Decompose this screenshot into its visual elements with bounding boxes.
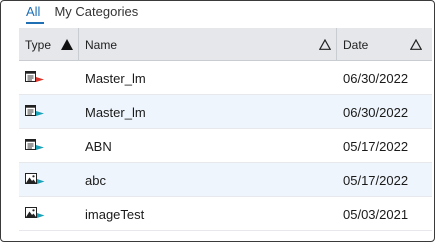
category-panel: All My Categories Type Name Date Master_…: [0, 0, 435, 242]
active-tab-indicator: [26, 22, 44, 24]
report-teal-flag-icon: [25, 105, 44, 116]
sort-outline-icon[interactable]: [319, 39, 331, 50]
table-header: Type Name Date: [19, 28, 432, 61]
image-teal-flag-icon: [25, 207, 45, 218]
column-header-name-label: Name: [85, 37, 118, 52]
tab-all[interactable]: All: [26, 4, 40, 20]
table-row[interactable]: Master_lm 06/30/2022: [19, 61, 432, 95]
row-name: ABN: [85, 138, 112, 154]
items-table: Type Name Date Master_lm 06/30/2022 Mast…: [19, 28, 432, 231]
row-date: 06/30/2022: [343, 70, 409, 86]
row-name: Master_lm: [85, 70, 146, 86]
image-teal-flag-icon: [25, 173, 45, 184]
tab-my-categories[interactable]: My Categories: [54, 4, 138, 20]
column-header-date[interactable]: Date: [343, 28, 368, 61]
column-header-type[interactable]: Type: [25, 28, 51, 61]
report-red-flag-icon: [25, 71, 44, 82]
tab-bar: All My Categories: [26, 4, 152, 24]
row-name: Master_lm: [85, 104, 146, 120]
row-date: 05/17/2022: [343, 172, 409, 188]
column-header-name[interactable]: Name: [85, 28, 117, 61]
column-header-date-label: Date: [343, 37, 369, 52]
table-row[interactable]: abc 05/17/2022: [19, 163, 432, 197]
column-divider: [336, 28, 337, 61]
column-divider: [78, 28, 79, 61]
sort-ascending-filled-icon[interactable]: [61, 39, 73, 50]
row-date: 06/30/2022: [343, 104, 409, 120]
table-row[interactable]: ABN 05/17/2022: [19, 129, 432, 163]
row-date: 05/17/2022: [343, 138, 409, 154]
column-header-type-label: Type: [25, 37, 52, 52]
row-name: abc: [85, 172, 106, 188]
report-teal-flag-icon: [25, 139, 44, 150]
sort-outline-icon[interactable]: [410, 39, 422, 50]
table-row[interactable]: imageTest 05/03/2021: [19, 197, 432, 231]
table-row[interactable]: Master_lm 06/30/2022: [19, 95, 432, 129]
row-date: 05/03/2021: [343, 206, 409, 222]
row-name: imageTest: [85, 206, 145, 222]
